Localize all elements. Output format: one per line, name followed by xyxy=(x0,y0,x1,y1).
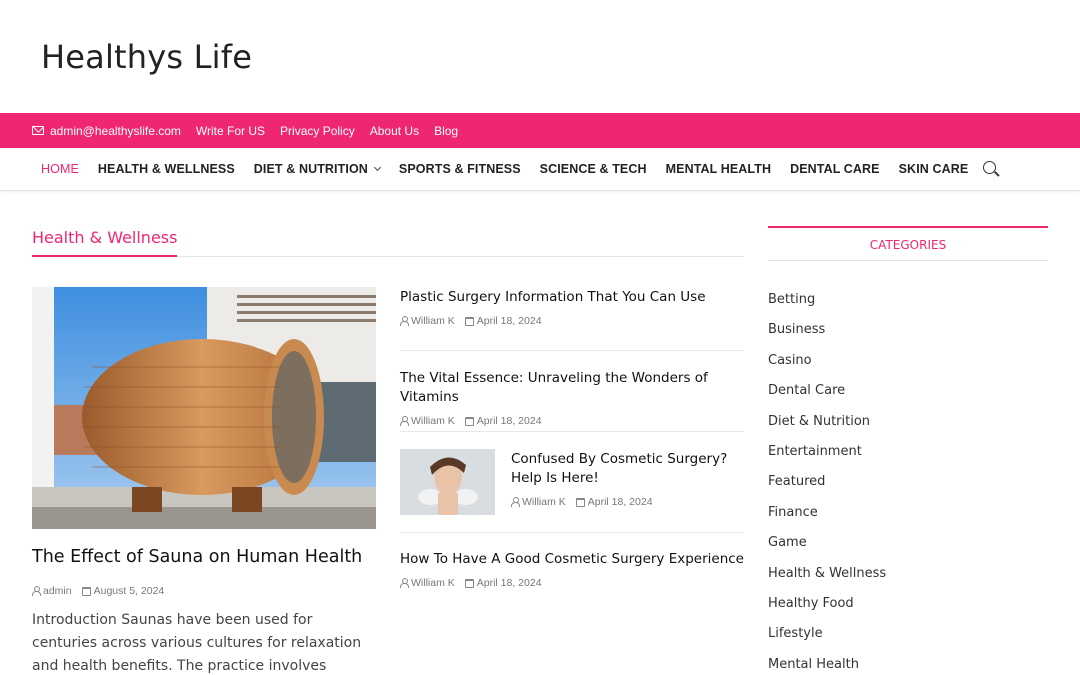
user-icon xyxy=(511,497,520,507)
category-item[interactable]: Lifestyle xyxy=(768,626,886,656)
user-icon xyxy=(400,578,409,588)
post-item: Confused By Cosmetic Surgery? Help Is He… xyxy=(511,450,744,508)
category-item[interactable]: Healthy Food xyxy=(768,596,886,626)
site-header: Healthys Life xyxy=(0,0,1080,113)
author-meta[interactable]: admin xyxy=(32,585,72,597)
user-icon xyxy=(400,316,409,326)
nav-item-mental-health[interactable]: MENTAL HEALTH xyxy=(666,162,771,176)
post-item: Plastic Surgery Information That You Can… xyxy=(400,288,744,327)
chevron-down-icon xyxy=(373,163,381,172)
featured-post-excerpt: Introduction Saunas have been used for c… xyxy=(32,612,362,674)
featured-post-meta: admin August 5, 2024 xyxy=(32,585,174,597)
post-date: August 5, 2024 xyxy=(93,585,165,597)
category-item[interactable]: Finance xyxy=(768,505,886,535)
nav-item-home[interactable]: HOME xyxy=(41,162,79,176)
post-title[interactable]: The Vital Essence: Unraveling the Wonder… xyxy=(400,369,744,407)
featured-post-image[interactable] xyxy=(32,287,376,529)
author-name: William K xyxy=(522,496,566,508)
post-date: April 18, 2024 xyxy=(587,496,653,508)
site-title[interactable]: Healthys Life xyxy=(41,38,252,76)
category-item[interactable]: Business xyxy=(768,322,886,352)
calendar-icon xyxy=(81,586,91,596)
topbar-link-about-us[interactable]: About Us xyxy=(370,124,419,138)
email-link[interactable]: admin@healthyslife.com xyxy=(32,124,181,138)
author-meta[interactable]: William K xyxy=(400,315,455,327)
author-name: William K xyxy=(411,415,455,427)
post-meta: William K April 18, 2024 xyxy=(511,496,744,508)
author-meta[interactable]: William K xyxy=(400,415,455,427)
author-meta[interactable]: William K xyxy=(511,496,566,508)
section-header: Health & Wellness xyxy=(32,226,744,257)
date-meta[interactable]: August 5, 2024 xyxy=(81,585,165,597)
topbar-link-blog[interactable]: Blog xyxy=(434,124,458,138)
nav-item-diet-nutrition[interactable]: DIET & NUTRITION xyxy=(253,162,381,176)
calendar-icon xyxy=(464,316,474,326)
mail-icon xyxy=(32,126,44,135)
post-title[interactable]: Plastic Surgery Information That You Can… xyxy=(400,288,744,307)
category-item[interactable]: Dental Care xyxy=(768,383,886,413)
post-item: The Vital Essence: Unraveling the Wonder… xyxy=(400,369,744,427)
date-meta[interactable]: April 18, 2024 xyxy=(464,415,542,427)
category-item[interactable]: Game xyxy=(768,535,886,565)
post-meta: William K April 18, 2024 xyxy=(400,315,744,327)
section-title[interactable]: Health & Wellness xyxy=(32,226,178,257)
post-date: April 18, 2024 xyxy=(476,577,542,589)
post-meta: William K April 18, 2024 xyxy=(400,577,744,589)
author-name: admin xyxy=(43,585,72,597)
post-date: April 18, 2024 xyxy=(476,415,542,427)
divider xyxy=(400,350,744,351)
post-item: How To Have A Good Cosmetic Surgery Expe… xyxy=(400,550,744,589)
nav-item-skin-care[interactable]: SKIN CARE xyxy=(899,162,969,176)
date-meta[interactable]: April 18, 2024 xyxy=(464,577,542,589)
category-item[interactable]: Entertainment xyxy=(768,444,886,474)
post-meta: William K April 18, 2024 xyxy=(400,415,744,427)
category-item[interactable]: Betting xyxy=(768,292,886,322)
email-text: admin@healthyslife.com xyxy=(50,123,181,138)
category-item[interactable]: Diet & Nutrition xyxy=(768,414,886,444)
category-item[interactable]: Casino xyxy=(768,353,886,383)
nav-item-dental-care[interactable]: DENTAL CARE xyxy=(790,162,880,176)
post-thumbnail[interactable] xyxy=(400,449,495,515)
post-date: April 18, 2024 xyxy=(476,315,542,327)
divider xyxy=(400,431,744,432)
calendar-icon xyxy=(575,497,585,507)
search-icon[interactable] xyxy=(983,161,1001,179)
topbar-link-write-for-us[interactable]: Write For US xyxy=(196,124,265,138)
nav-item-diet-nutrition-label: DIET & NUTRITION xyxy=(253,162,368,176)
divider xyxy=(400,532,744,533)
calendar-icon xyxy=(464,416,474,426)
author-name: William K xyxy=(411,577,455,589)
date-meta[interactable]: April 18, 2024 xyxy=(464,315,542,327)
author-meta[interactable]: William K xyxy=(400,577,455,589)
categories-heading: CATEGORIES xyxy=(768,226,1048,261)
nav-item-sports-fitness[interactable]: SPORTS & FITNESS xyxy=(399,162,521,176)
category-item[interactable]: Featured xyxy=(768,474,886,504)
post-title[interactable]: How To Have A Good Cosmetic Surgery Expe… xyxy=(400,550,744,569)
post-title[interactable]: Confused By Cosmetic Surgery? Help Is He… xyxy=(511,450,744,488)
date-meta[interactable]: April 18, 2024 xyxy=(575,496,653,508)
topbar-link-privacy-policy[interactable]: Privacy Policy xyxy=(280,124,355,138)
calendar-icon xyxy=(464,578,474,588)
nav-item-science-tech[interactable]: SCIENCE & TECH xyxy=(540,162,647,176)
top-bar: admin@healthyslife.com Write For US Priv… xyxy=(0,113,1080,148)
main-navigation: HOME HEALTH & WELLNESS DIET & NUTRITION … xyxy=(0,148,1080,191)
categories-list: Betting Business Casino Dental Care Diet… xyxy=(768,292,886,675)
category-item[interactable]: Mental Health xyxy=(768,657,886,675)
user-icon xyxy=(400,416,409,426)
category-item[interactable]: Health & Wellness xyxy=(768,566,886,596)
author-name: William K xyxy=(411,315,455,327)
user-icon xyxy=(32,586,41,596)
nav-item-health-wellness[interactable]: HEALTH & WELLNESS xyxy=(98,162,235,176)
featured-post-title[interactable]: The Effect of Sauna on Human Health xyxy=(32,547,362,567)
